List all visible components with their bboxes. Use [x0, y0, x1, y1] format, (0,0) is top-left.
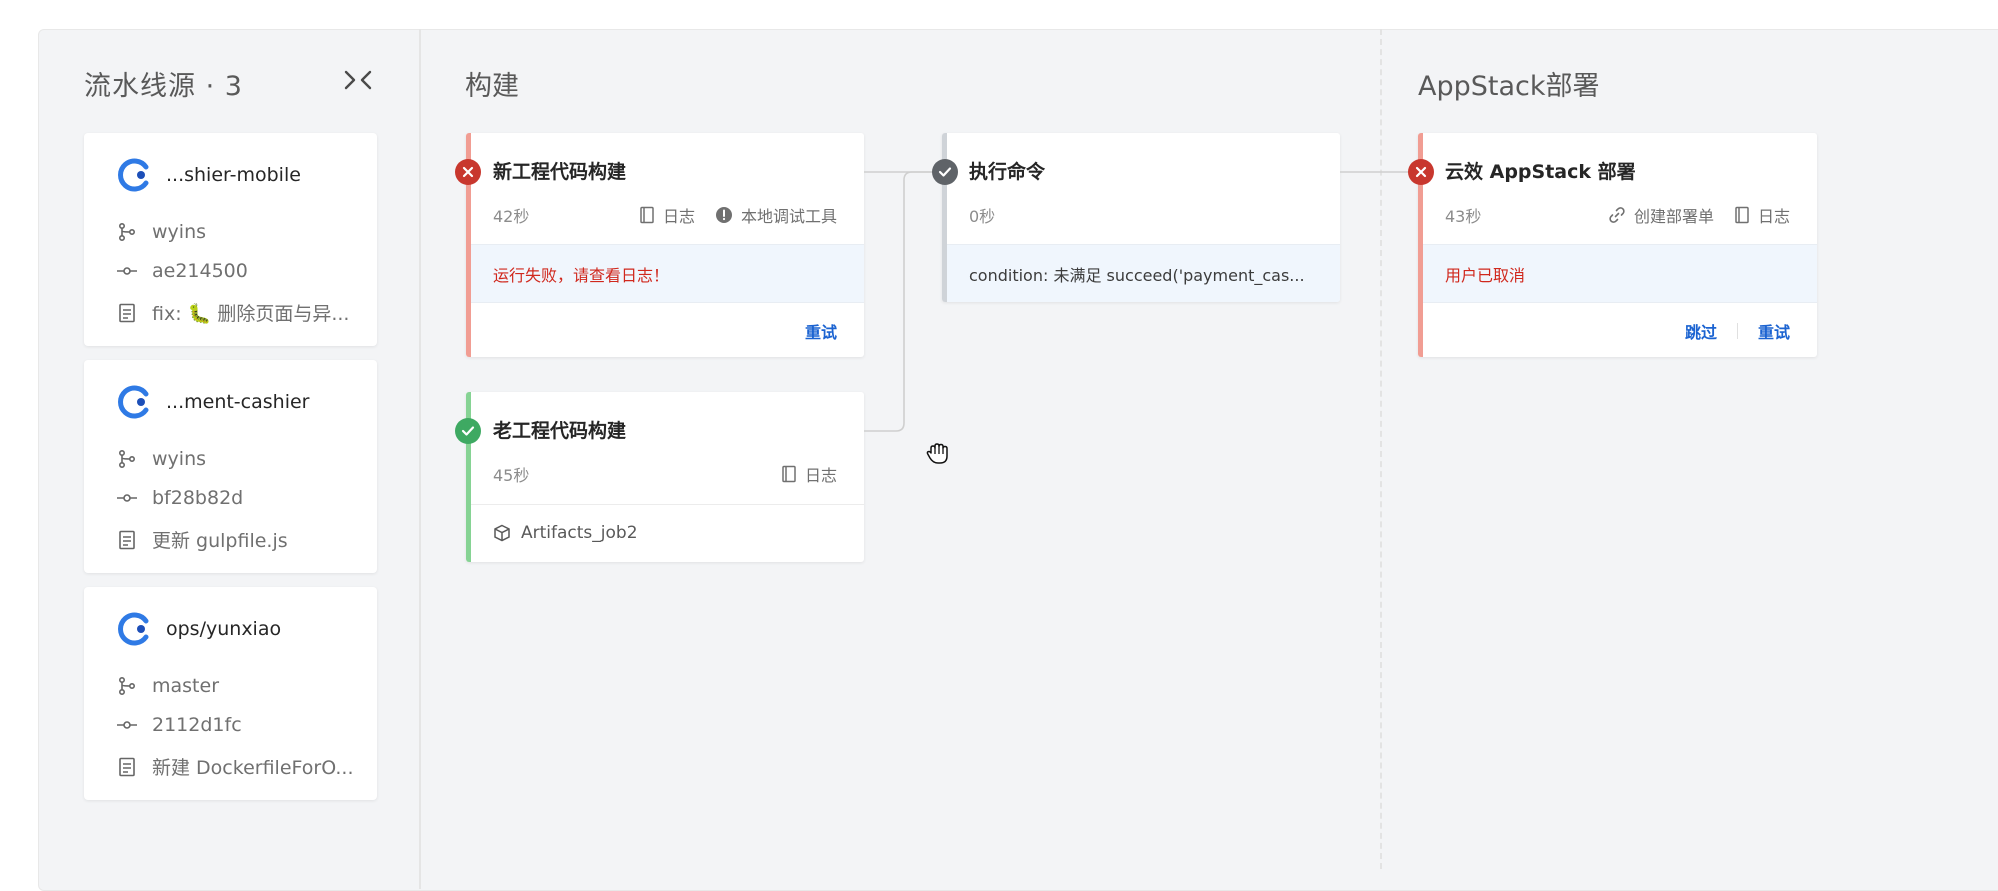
skipped-status-icon: [932, 159, 958, 185]
job-connectors: [864, 171, 1422, 432]
failed-status-icon: [1408, 159, 1434, 185]
failed-status-icon: [455, 159, 481, 185]
hand-grab-icon: [924, 438, 954, 472]
success-status-icon: [455, 418, 481, 444]
